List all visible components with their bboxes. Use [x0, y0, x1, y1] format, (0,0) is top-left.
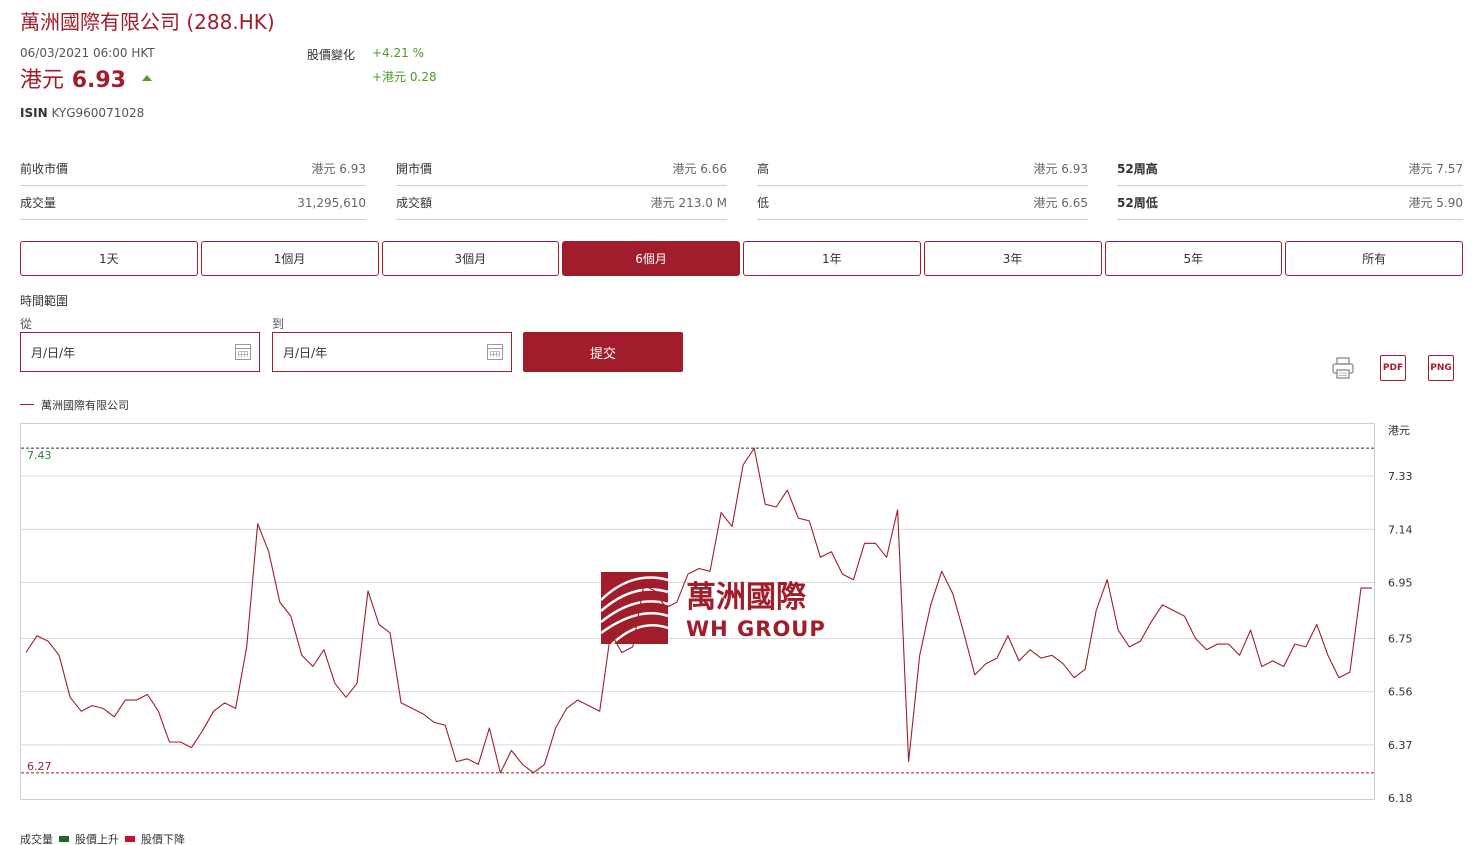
y-tick-label: 6.56: [1388, 686, 1413, 699]
y-tick-label: 6.95: [1388, 577, 1413, 590]
y-tick-label: 6.18: [1388, 792, 1413, 805]
up-swatch: [59, 836, 69, 842]
y-axis-ticks: 6.18 6.37 6.56 6.75 6.95 7.14 7.33: [1388, 470, 1413, 805]
watermark-en: WH GROUP: [686, 617, 826, 641]
watermark-cn: 萬洲國際: [686, 580, 806, 615]
high-reference-line-label: 7.43: [27, 449, 52, 462]
price-chart: 萬洲國際 WH GROUP 7.436.27 6.186.376.566.756…: [21, 424, 1413, 805]
y-tick-label: 7.14: [1388, 523, 1413, 536]
down-swatch: [125, 836, 135, 842]
y-tick-label: 7.33: [1388, 470, 1413, 483]
y-tick-label: 6.75: [1388, 632, 1413, 645]
volume-legend: 成交量 股價上升 股價下降: [20, 831, 185, 845]
low-reference-line-label: 6.27: [27, 760, 52, 773]
volume-label: 成交量: [20, 833, 53, 845]
y-tick-label: 6.37: [1388, 739, 1413, 752]
y-axis-label: 港元: [1388, 424, 1410, 437]
down-label: 股價下降: [141, 833, 185, 845]
up-label: 股價上升: [75, 833, 119, 845]
